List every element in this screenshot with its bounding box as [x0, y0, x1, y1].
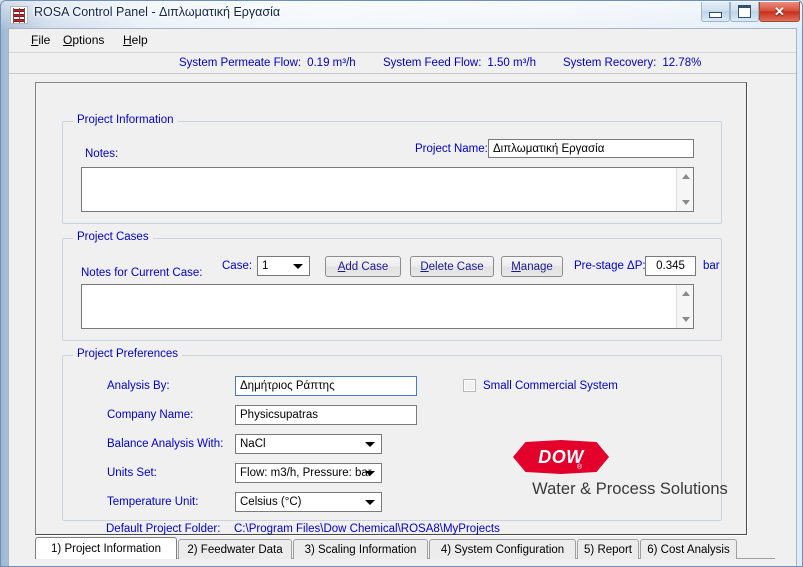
membrane-stack-icon — [10, 6, 28, 24]
project-cases-group: Project Cases Notes for Current Case: Ca… — [62, 231, 722, 341]
project-cases-group-title: Project Cases — [73, 231, 153, 243]
prestage-dp-unit: bar — [703, 260, 720, 272]
scroll-up-icon[interactable] — [677, 285, 693, 302]
project-information-group: Project Information Notes: Project Name: — [62, 114, 722, 224]
maximize-button[interactable] — [730, 2, 759, 22]
temperature-unit-select[interactable]: Celsius (°C) — [235, 492, 382, 512]
prestage-dp-input[interactable] — [645, 256, 696, 276]
case-notes-scrollbar[interactable] — [676, 285, 693, 328]
project-notes-textarea[interactable] — [81, 167, 694, 212]
manage-accel: M — [511, 260, 521, 273]
temperature-unit-value: Celsius (°C) — [240, 496, 302, 508]
units-set-select[interactable]: Flow: m3/h, Pressure: bar — [235, 463, 382, 483]
status-recovery-label: System Recovery: — [563, 57, 657, 69]
notes-label: Notes: — [85, 148, 119, 160]
units-set-value: Flow: m3/h, Pressure: bar — [240, 467, 372, 479]
maximize-icon — [731, 2, 758, 21]
case-notes-label: Notes for Current Case: — [81, 267, 203, 279]
company-name-label: Company Name: — [107, 409, 194, 421]
tab-feedwater-data-label: 2) Feedwater Data — [187, 543, 283, 556]
project-information-group-title: Project Information — [73, 114, 178, 126]
chevron-down-icon — [365, 471, 375, 476]
company-name-input[interactable] — [235, 405, 417, 425]
status-permeate-flow-value: 0.19 m³/h — [307, 57, 356, 69]
dow-logo: DOW ® — [513, 440, 609, 474]
units-set-label: Units Set: — [107, 467, 157, 479]
prestage-dp-label: Pre-stage ΔP: — [574, 260, 646, 272]
tab-cost-analysis[interactable]: 6) Cost Analysis — [640, 539, 737, 559]
tab-strip: 1) Project Information 2) Feedwater Data… — [35, 537, 775, 559]
status-permeate-flow-label: System Permeate Flow: — [179, 57, 302, 69]
menu-item-file[interactable]: File — [23, 33, 58, 47]
balance-analysis-select[interactable]: NaCl — [235, 434, 382, 454]
status-permeate-flow: System Permeate Flow: 0.19 m³/h — [179, 57, 356, 69]
delete-case-button[interactable]: Delete Case — [410, 256, 494, 277]
close-button[interactable]: ✕ — [759, 2, 800, 22]
project-preferences-group: Project Preferences Analysis By: Company… — [62, 348, 728, 521]
project-preferences-group-title: Project Preferences — [73, 348, 182, 360]
default-project-folder-value: C:\Program Files\Dow Chemical\ROSA8\MyPr… — [234, 523, 500, 535]
tab-feedwater-data[interactable]: 2) Feedwater Data — [178, 539, 292, 559]
title-bar[interactable]: ROSA Control Panel - Διπλωματική Εργασία… — [1, 1, 802, 28]
menu-bar: File Options Help — [9, 29, 796, 53]
tab-report[interactable]: 5) Report — [577, 539, 639, 559]
tab-report-label: 5) Report — [584, 543, 632, 556]
status-recovery-value: 12.78% — [662, 57, 702, 69]
chevron-down-icon — [293, 264, 303, 269]
system-status-bar: System Permeate Flow: 0.19 m³/h System Fe… — [9, 53, 796, 74]
status-feed-flow: System Feed Flow: 1.50 m³/h — [383, 57, 536, 69]
tab-system-configuration-label: 4) System Configuration — [440, 543, 565, 556]
tab-project-information[interactable]: 1) Project Information — [35, 537, 177, 559]
balance-analysis-label: Balance Analysis With: — [107, 438, 224, 450]
tab-system-configuration[interactable]: 4) System Configuration — [429, 539, 576, 559]
menu-item-help[interactable]: Help — [115, 33, 156, 47]
tab-scaling-information-label: 3) Scaling Information — [304, 543, 417, 556]
tab-cost-analysis-label: 6) Cost Analysis — [647, 543, 730, 556]
minimize-button[interactable] — [701, 2, 730, 22]
delete-case-rest: elete Case — [428, 260, 484, 273]
case-select-value: 1 — [262, 260, 269, 272]
menu-item-options[interactable]: Options — [55, 33, 112, 47]
chevron-down-icon — [365, 442, 375, 447]
registered-trademark-icon: ® — [577, 464, 583, 471]
dow-wordmark: DOW — [538, 447, 584, 467]
minimize-icon — [702, 2, 729, 21]
case-select[interactable]: 1 — [257, 256, 310, 276]
scroll-down-icon[interactable] — [677, 311, 693, 328]
default-project-folder-label: Default Project Folder: — [106, 523, 221, 535]
chevron-down-icon — [365, 500, 375, 505]
tab-scaling-information[interactable]: 3) Scaling Information — [293, 539, 428, 559]
case-label: Case: — [222, 260, 253, 272]
status-recovery: System Recovery: 12.78% — [563, 57, 701, 69]
delete-case-accel: D — [420, 260, 429, 273]
case-notes-textarea[interactable] — [81, 284, 694, 329]
analysis-by-label: Analysis By: — [107, 380, 170, 392]
small-commercial-system-label: Small Commercial System — [483, 380, 618, 392]
dow-tagline: Water & Process Solutions — [532, 480, 728, 498]
analysis-by-input[interactable] — [235, 376, 417, 396]
project-notes-scrollbar[interactable] — [676, 168, 693, 211]
add-case-button[interactable]: Add Case — [325, 256, 401, 277]
small-commercial-system-checkbox[interactable] — [463, 379, 476, 392]
tab-project-information-label: 1) Project Information — [51, 542, 161, 555]
window-title: ROSA Control Panel - Διπλωματική Εργασία — [34, 5, 281, 19]
status-feed-flow-label: System Feed Flow: — [383, 57, 482, 69]
close-icon: ✕ — [774, 3, 785, 19]
balance-analysis-value: NaCl — [240, 438, 266, 450]
scroll-up-icon[interactable] — [677, 168, 693, 185]
manage-button[interactable]: Manage — [501, 256, 563, 277]
project-name-input[interactable] — [488, 139, 694, 158]
project-information-page: Project Information Notes: Project Name:… — [35, 82, 747, 535]
project-name-label: Project Name: — [415, 143, 488, 155]
temperature-unit-label: Temperature Unit: — [107, 496, 199, 508]
scroll-down-icon[interactable] — [677, 194, 693, 211]
add-case-rest: dd Case — [345, 260, 389, 273]
client-area: File Options Help System Permeate Flow: 0… — [8, 28, 797, 566]
application-window: ROSA Control Panel - Διπλωματική Εργασία… — [0, 0, 803, 567]
status-feed-flow-value: 1.50 m³/h — [487, 57, 536, 69]
manage-rest: anage — [520, 260, 553, 273]
